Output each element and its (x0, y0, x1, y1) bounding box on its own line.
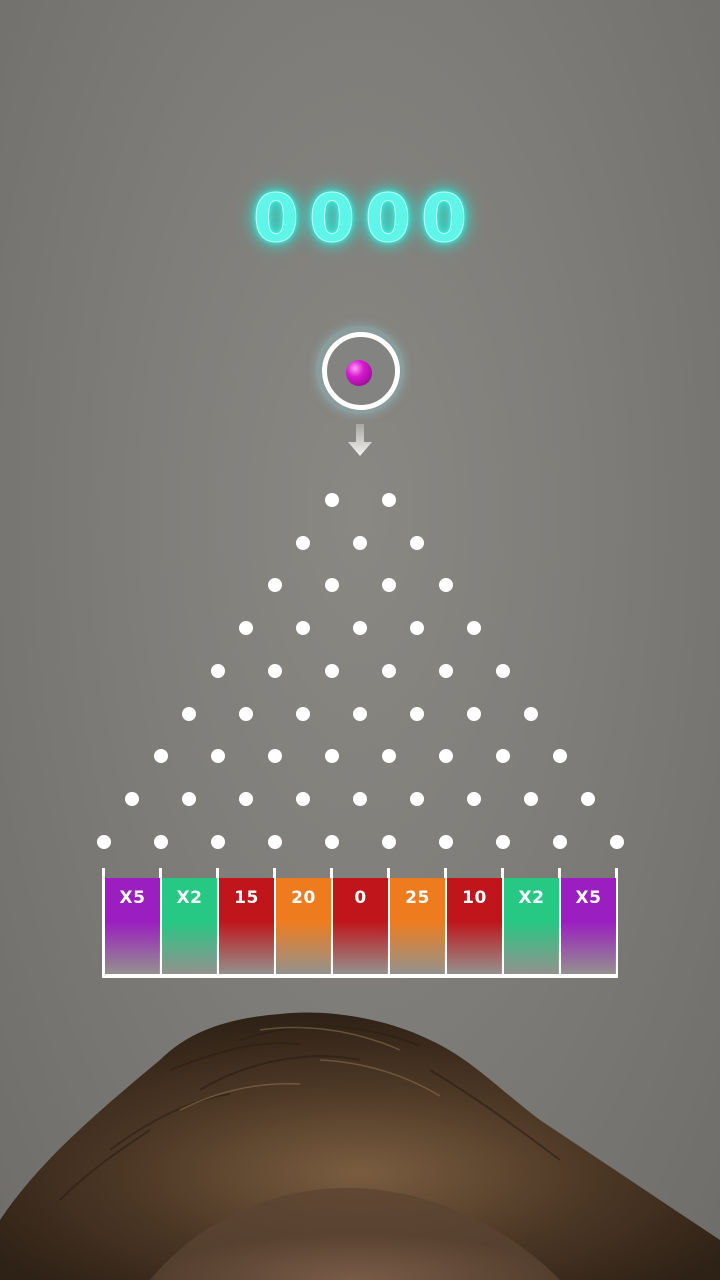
bin-15: 15 (219, 878, 274, 974)
bin-label: X2 (518, 888, 545, 908)
peg (381, 578, 396, 593)
bin-label: 15 (234, 888, 259, 908)
peg (581, 791, 595, 806)
peg (239, 791, 253, 806)
peg (381, 663, 396, 678)
bin-20: 20 (276, 878, 331, 974)
peg (267, 578, 282, 593)
peg (239, 706, 253, 721)
peg (410, 706, 424, 721)
peg (296, 706, 310, 721)
peg (552, 749, 567, 764)
bin-label: X2 (176, 888, 203, 908)
bin-10: 10 (447, 878, 502, 974)
peg (353, 621, 367, 636)
peg (524, 791, 538, 806)
bin-0: 0 (333, 878, 388, 974)
peg (267, 749, 282, 764)
peg (467, 621, 481, 636)
peg (239, 621, 253, 636)
peg (353, 706, 367, 721)
score-bins: X5 X2 15 20 0 25 10 X2 X5 (102, 868, 618, 982)
bin-label: 25 (405, 888, 430, 908)
game-stage[interactable]: 0 0 0 0 X5 X2 15 20 0 25 10 X2 X5 (0, 0, 720, 1280)
bin-label: X5 (575, 888, 602, 908)
peg (410, 535, 424, 550)
peg (438, 834, 453, 849)
peg (495, 834, 510, 849)
peg (324, 749, 339, 764)
peg (296, 621, 310, 636)
peg (296, 791, 310, 806)
peg (410, 621, 424, 636)
bin-floor (102, 974, 618, 978)
peg (125, 791, 139, 806)
peg (153, 834, 168, 849)
peg (210, 749, 225, 764)
peg (438, 749, 453, 764)
peg (438, 663, 453, 678)
bin-label: 10 (462, 888, 487, 908)
peg (524, 706, 538, 721)
peg (153, 749, 168, 764)
bin-label: X5 (119, 888, 146, 908)
peg (324, 663, 339, 678)
peg (210, 834, 225, 849)
peg (410, 791, 424, 806)
peg (495, 663, 510, 678)
peg (353, 791, 367, 806)
peg (381, 749, 396, 764)
peg (296, 535, 310, 550)
peg (324, 578, 339, 593)
camera-hair-overlay (0, 1012, 720, 1280)
peg (96, 834, 111, 849)
peg (438, 578, 453, 593)
peg (495, 749, 510, 764)
peg (552, 834, 567, 849)
peg (324, 834, 339, 849)
peg (324, 493, 339, 507)
peg (182, 706, 196, 721)
peg (381, 493, 396, 507)
bin-x5-right: X5 (561, 878, 616, 974)
peg (210, 663, 225, 678)
peg (353, 535, 367, 550)
peg (467, 791, 481, 806)
bin-x5-left: X5 (105, 878, 160, 974)
peg (467, 706, 481, 721)
peg (381, 834, 396, 849)
peg (267, 834, 282, 849)
peg (267, 663, 282, 678)
bin-x2-right: X2 (504, 878, 559, 974)
peg (609, 834, 624, 849)
peg (182, 791, 196, 806)
bin-25: 25 (390, 878, 445, 974)
bin-x2-left: X2 (162, 878, 217, 974)
bin-label: 0 (354, 888, 367, 908)
bin-label: 20 (291, 888, 316, 908)
